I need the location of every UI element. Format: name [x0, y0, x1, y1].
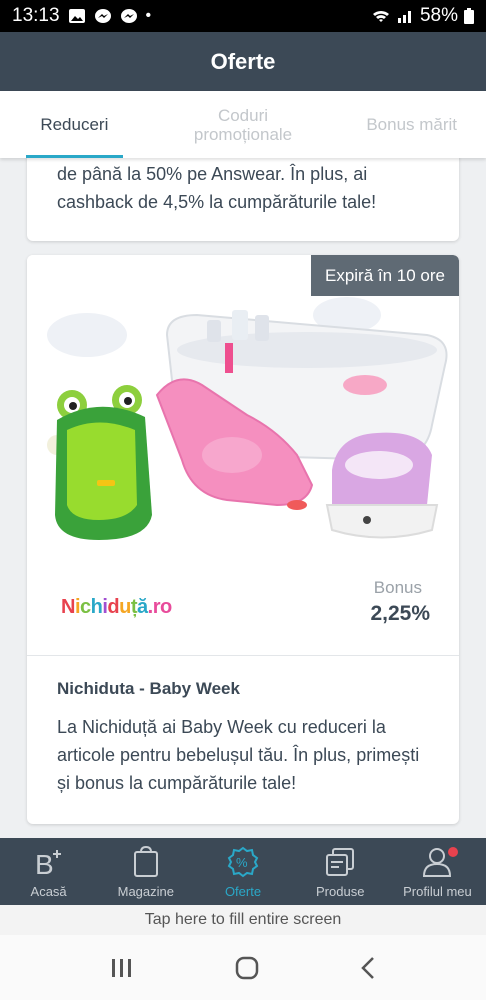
offer-title: Nichiduta - Baby Week — [57, 679, 240, 698]
nav-label: Acasă — [30, 884, 67, 899]
status-bar: 13:13 • 58% — [0, 0, 486, 32]
notification-dot — [448, 847, 459, 857]
nav-oferte[interactable]: % Oferte — [194, 838, 291, 905]
offer-description: de până la 50% pe Answear. În plus, ai c… — [57, 164, 377, 212]
app-header: Oferte — [0, 32, 486, 91]
offers-list[interactable]: de până la 50% pe Answear. În plus, ai c… — [0, 158, 486, 838]
offer-description: La Nichiduță ai Baby Week cu reduceri la… — [57, 717, 420, 793]
home-button-icon[interactable] — [235, 956, 259, 980]
signal-icon — [397, 11, 411, 23]
fill-screen-prompt[interactable]: Tap here to fill entire screen — [0, 905, 486, 935]
nav-label: Profilul meu — [403, 884, 472, 899]
baby-products-illustration — [47, 297, 448, 540]
tab-bonus-marit[interactable]: Bonus mărit — [337, 91, 486, 158]
tab-coduri-promotionale[interactable]: Coduri promoționale — [149, 91, 338, 158]
discount-badge-icon: % — [227, 846, 259, 878]
bottom-navigation: B Acasă Magazine % Oferte Produse Profil… — [0, 838, 486, 905]
battery-icon — [464, 8, 474, 24]
offer-banner-image: Expiră în 10 ore Nichiduță.ro Bonus 2,25… — [27, 255, 459, 655]
nav-label: Produse — [316, 884, 365, 899]
offer-card-previous[interactable]: de până la 50% pe Answear. În plus, ai c… — [27, 158, 459, 241]
bonus-value: 2,25% — [370, 602, 430, 625]
tab-bar: Reduceri Coduri promoționale Bonus mărit — [0, 91, 486, 158]
store-logo: Nichiduță.ro — [61, 596, 172, 618]
nav-profilul-meu[interactable]: Profilul meu — [389, 838, 486, 905]
card-divider — [27, 655, 459, 656]
bonus-label: Bonus — [373, 578, 422, 597]
status-time: 13:13 — [12, 5, 60, 26]
home-b-plus-icon: B — [35, 849, 61, 878]
recent-apps-icon[interactable] — [110, 957, 134, 979]
products-stack-icon — [326, 848, 355, 876]
nav-magazine[interactable]: Magazine — [97, 838, 194, 905]
system-navigation-bar — [0, 935, 486, 1000]
more-notifications-dot: • — [145, 7, 152, 24]
gallery-icon — [68, 9, 85, 23]
nav-label: Oferte — [224, 884, 262, 899]
svg-text:B: B — [35, 849, 54, 878]
tab-reduceri[interactable]: Reduceri — [0, 91, 149, 158]
wifi-icon — [372, 10, 389, 22]
nav-produse[interactable]: Produse — [292, 838, 389, 905]
messenger-icon-2 — [120, 9, 137, 23]
svg-text:%: % — [236, 855, 248, 870]
nav-label: Magazine — [117, 884, 174, 899]
offer-card[interactable]: Expiră în 10 ore Nichiduță.ro Bonus 2,25… — [27, 255, 459, 824]
expiry-badge: Expiră în 10 ore — [310, 255, 459, 296]
nav-acasa[interactable]: B Acasă — [0, 838, 97, 905]
shopping-bag-icon — [133, 846, 158, 877]
page-title: Oferte — [210, 48, 276, 74]
battery-level: 58% — [419, 5, 458, 26]
messenger-icon — [94, 9, 111, 23]
back-icon[interactable] — [360, 956, 376, 980]
